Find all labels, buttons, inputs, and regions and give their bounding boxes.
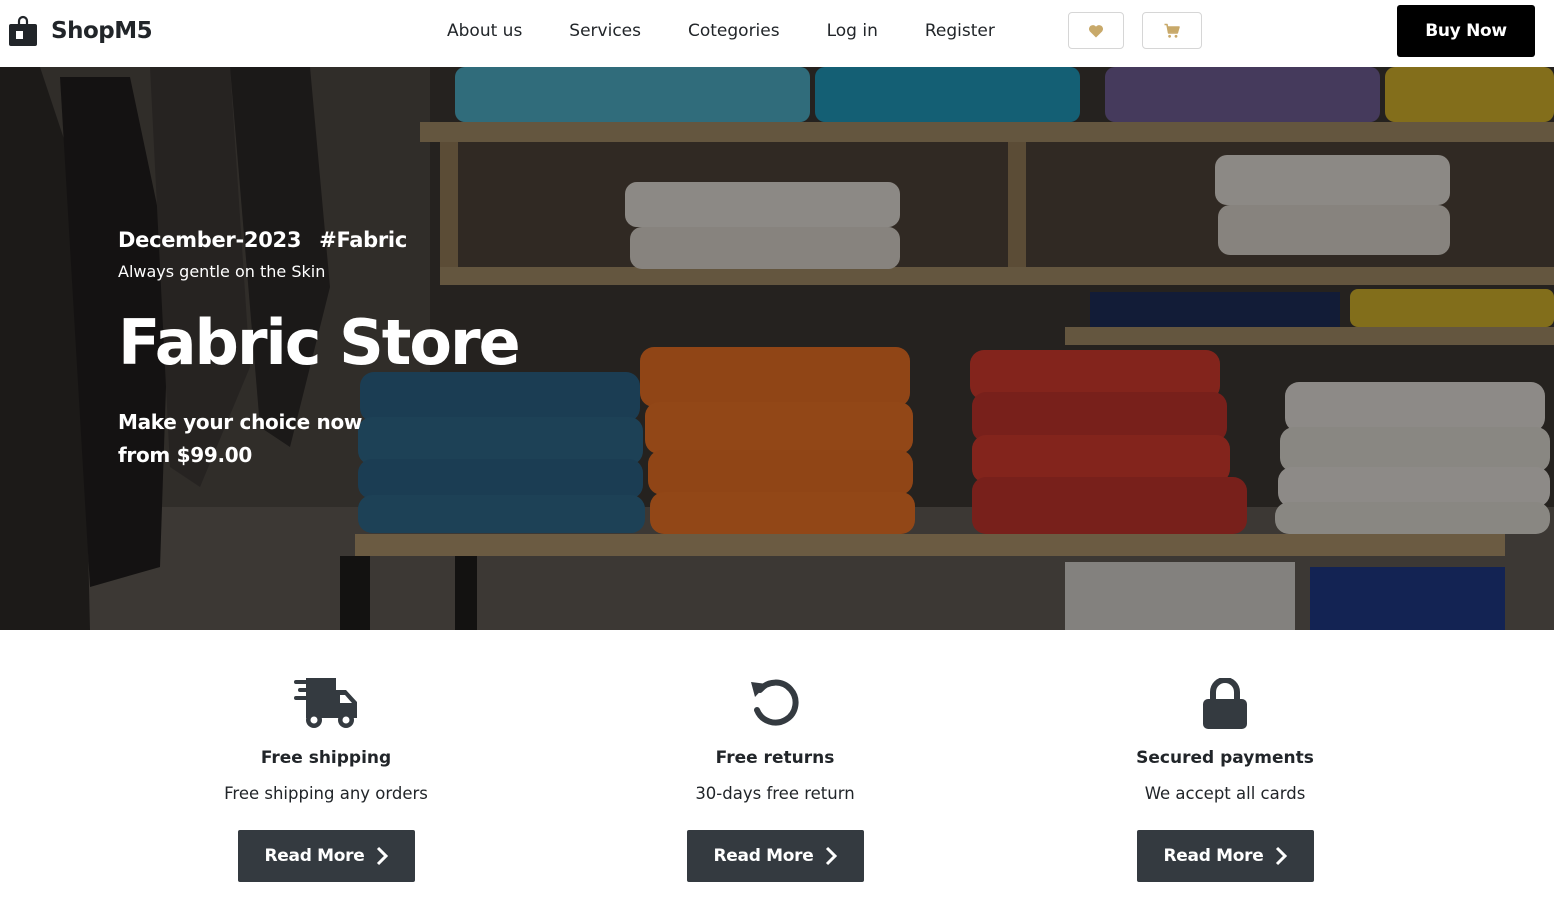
hero-subtitle: Always gentle on the Skin <box>118 262 326 281</box>
nav-log-in[interactable]: Log in <box>827 19 878 43</box>
lock-icon <box>1203 678 1247 729</box>
read-more-label: Read More <box>1163 846 1264 866</box>
nav-categories[interactable]: Cotegories <box>688 19 780 43</box>
brand-logo[interactable]: ShopM5 <box>8 15 153 47</box>
feature-description: 30-days free return <box>695 784 855 803</box>
main-nav: About us Services Cotegories Log in Regi… <box>447 19 1042 43</box>
buy-now-button[interactable]: Buy Now <box>1397 5 1535 57</box>
hero-offer-line1: Make your choice now <box>118 410 363 434</box>
hero-title: Fabric Store <box>118 306 521 379</box>
read-more-button[interactable]: Read More <box>238 830 415 882</box>
feature-description: Free shipping any orders <box>224 784 428 803</box>
truck-icon <box>294 678 357 728</box>
cart-button[interactable] <box>1142 12 1202 49</box>
read-more-button[interactable]: Read More <box>1137 830 1314 882</box>
brand-name: ShopM5 <box>51 18 153 44</box>
hero-tag: #Fabric <box>319 228 407 252</box>
chevron-right-icon <box>376 846 388 866</box>
hero-date-line: December-2023 #Fabric <box>118 228 407 252</box>
rotate-icon <box>751 679 799 726</box>
read-more-button[interactable]: Read More <box>687 830 864 882</box>
cart-icon <box>1164 23 1180 38</box>
heart-icon <box>1088 24 1104 37</box>
nav-services[interactable]: Services <box>569 19 641 43</box>
read-more-label: Read More <box>713 846 814 866</box>
hero-offer: Make your choice now from $99.00 <box>118 406 362 472</box>
hero-banner: December-2023 #Fabric Always gentle on th… <box>0 67 1554 630</box>
feature-title: Free shipping <box>260 748 392 768</box>
chevron-right-icon <box>825 846 837 866</box>
chevron-right-icon <box>1275 846 1287 866</box>
shopping-bag-icon <box>9 15 37 46</box>
hero-date: December-2023 <box>118 228 302 252</box>
feature-title: Free returns <box>715 748 835 768</box>
hero-offer-price: from $99.00 <box>118 443 252 467</box>
feature-description: We accept all cards <box>1144 784 1306 803</box>
nav-about-us[interactable]: About us <box>447 19 522 43</box>
read-more-label: Read More <box>264 846 365 866</box>
top-navbar: ShopM5 About us Services Cotegories Log … <box>0 0 1554 67</box>
feature-title: Secured payments <box>1136 748 1314 768</box>
wishlist-button[interactable] <box>1068 12 1124 49</box>
nav-register[interactable]: Register <box>925 19 995 43</box>
